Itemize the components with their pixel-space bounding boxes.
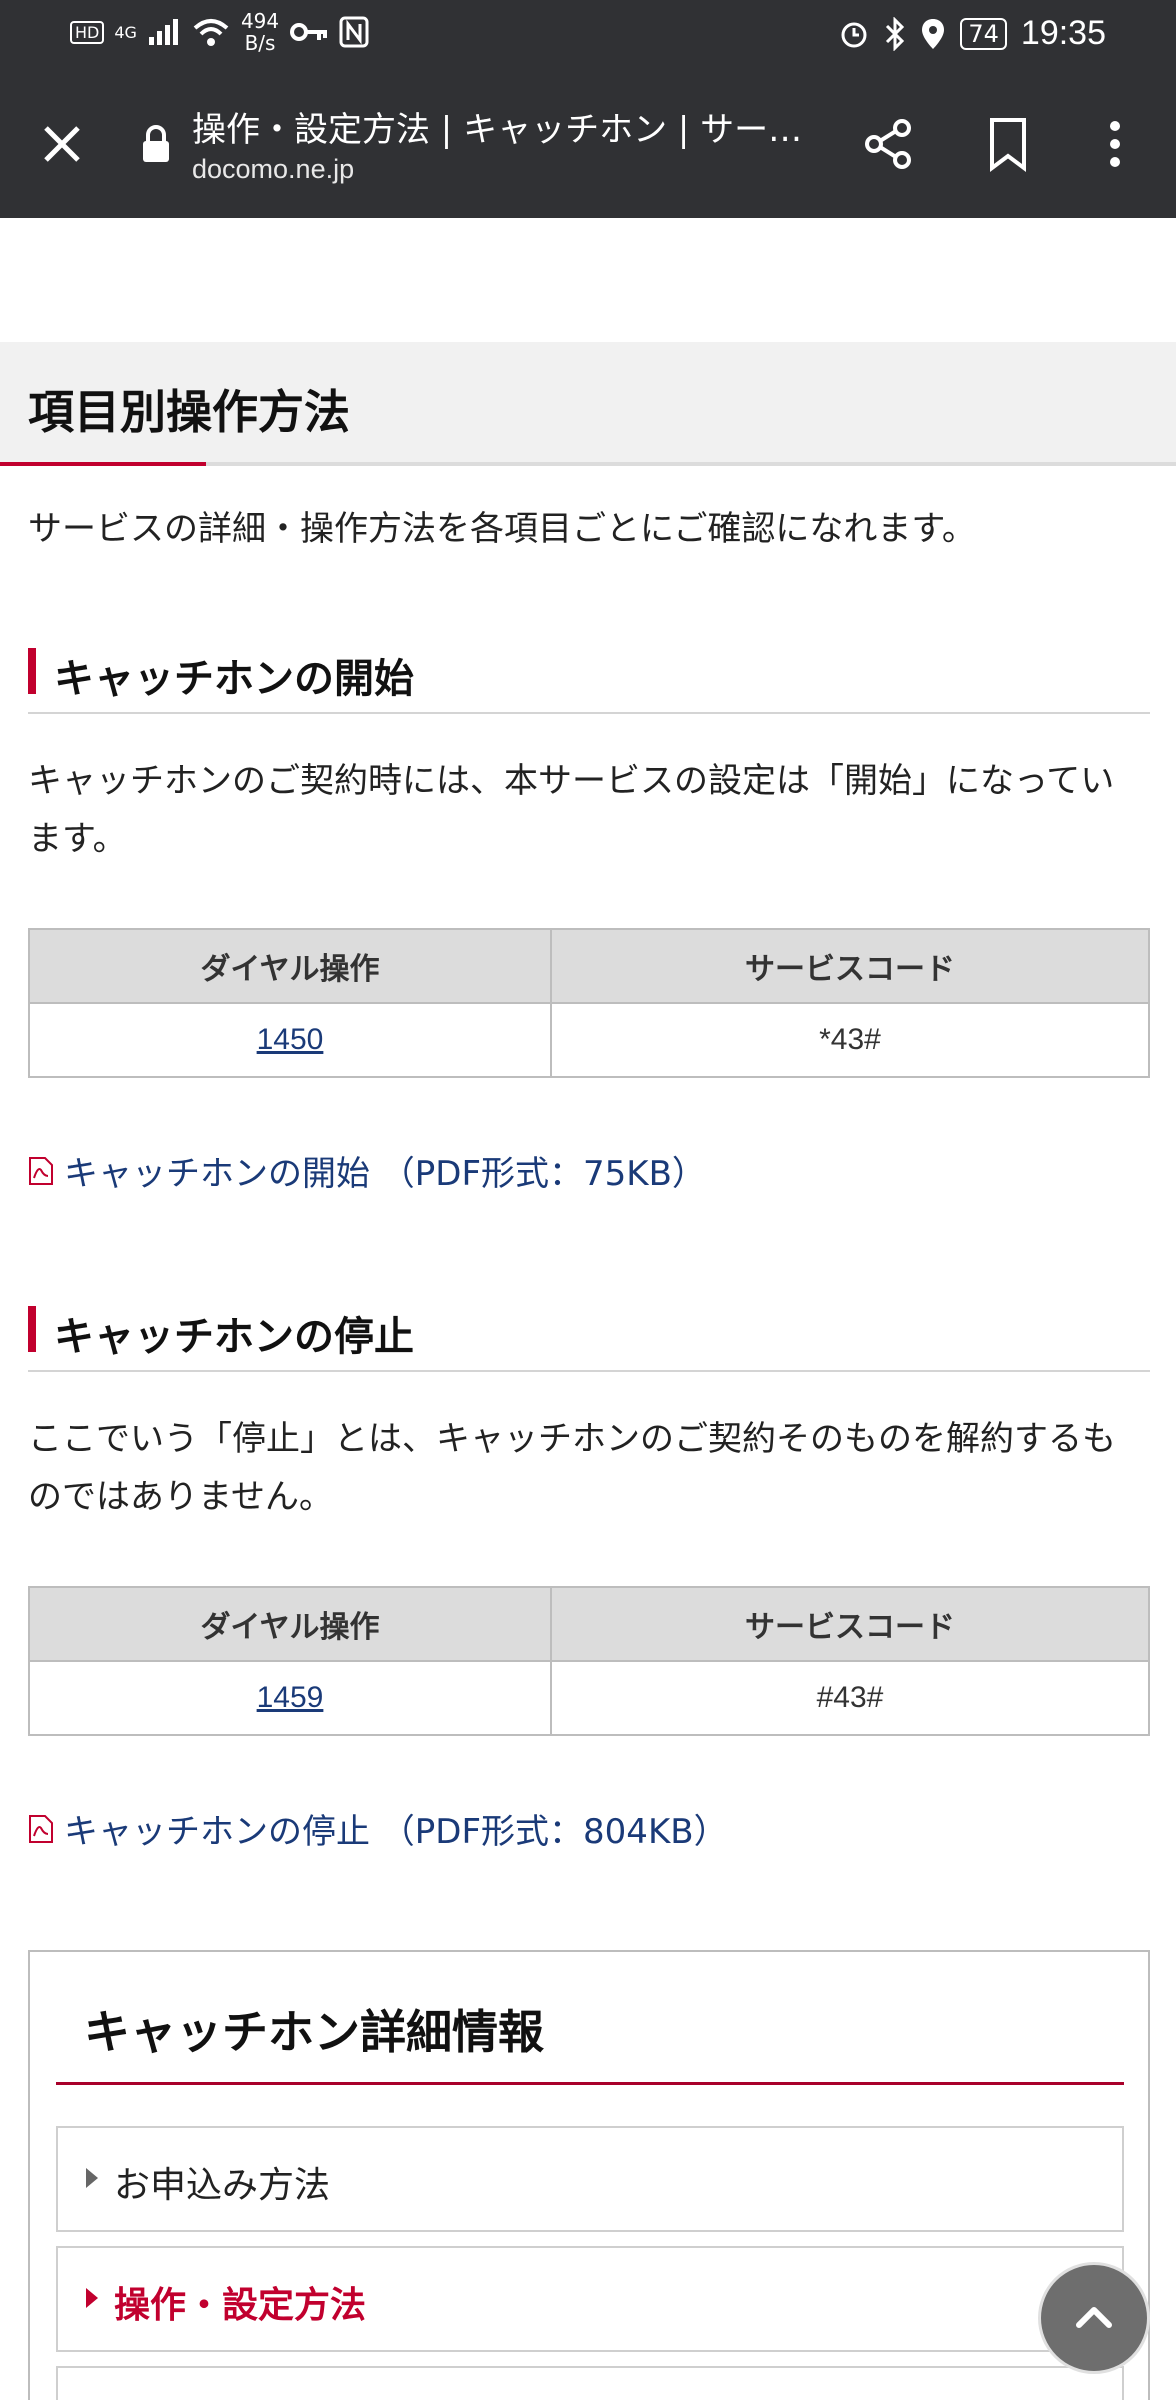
table-header-row: ダイヤル操作 サービスコード: [28, 1586, 1150, 1662]
url-display[interactable]: docomo.ne.jp: [192, 154, 354, 185]
pdf-icon: [29, 1156, 53, 1185]
signal-icon: [148, 19, 178, 45]
stop-heading: キャッチホンの停止: [54, 1314, 414, 1360]
detail-info-rule: [56, 2082, 1124, 2085]
location-icon: [922, 18, 945, 49]
wifi-icon: [193, 19, 229, 46]
service-code-cell: *43#: [550, 1002, 1150, 1078]
triangle-right-icon: [86, 2168, 98, 2188]
network-speed-value: 494: [240, 9, 280, 33]
status-right: 74 19:35: [838, 14, 1106, 53]
section-header: 項目別操作方法: [0, 342, 1176, 466]
dial-link-1450[interactable]: 1450: [257, 1023, 324, 1056]
nfc-icon: [339, 16, 369, 48]
menu-item-operation-settings[interactable]: 操作・設定方法: [56, 2246, 1124, 2352]
section-accent-line: [0, 462, 206, 466]
clock: 19:35: [1020, 14, 1106, 52]
share-icon[interactable]: [860, 116, 916, 172]
alarm-icon: [841, 22, 867, 47]
menu-item-label: 操作・設定方法: [114, 2285, 367, 2326]
scroll-to-top-button[interactable]: [1038, 2262, 1150, 2374]
subheading-accent-bar: [28, 648, 36, 694]
status-left: HD 4G 494 B/s: [70, 10, 369, 54]
chevron-up-icon: [1076, 2307, 1112, 2328]
subheading-accent-bar: [28, 1306, 36, 1352]
close-icon[interactable]: [36, 118, 88, 170]
dial-header: ダイヤル操作: [28, 1586, 552, 1662]
pdf-icon: [29, 1814, 53, 1843]
stop-pdf-link-label[interactable]: キャッチホンの停止 （PDF形式：804KB）: [64, 1804, 728, 1853]
battery-indicator: 74: [960, 17, 1007, 50]
table-row: 1459 #43#: [28, 1660, 1150, 1736]
vpn-key-icon: [290, 23, 328, 41]
more-menu-icon[interactable]: [1100, 116, 1130, 172]
dial-link-1459[interactable]: 1459: [257, 1681, 324, 1714]
menu-item-application[interactable]: お申込み方法: [56, 2126, 1124, 2232]
network-type: 4G: [114, 22, 137, 42]
browser-toolbar: 操作・設定方法 | キャッチホン | サー… docomo.ne.jp: [0, 74, 1176, 218]
start-subheading: キャッチホンの開始: [28, 642, 1150, 714]
table-header-row: ダイヤル操作 サービスコード: [28, 928, 1150, 1004]
table-row: 1450 *43#: [28, 1002, 1150, 1078]
service-code-header: サービスコード: [550, 1586, 1150, 1662]
section-title: 項目別操作方法: [28, 385, 350, 439]
network-speed-unit: B/s: [244, 31, 276, 55]
start-description: キャッチホンのご契約時には、本サービスの設定は「開始」になっています。: [28, 761, 1115, 859]
stop-description: ここでいう「停止」とは、キャッチホンのご契約そのものを解約するものではありません…: [28, 1419, 1116, 1517]
triangle-right-icon: [86, 2288, 98, 2308]
dial-header: ダイヤル操作: [28, 928, 552, 1004]
stop-pdf-link[interactable]: キャッチホンの停止 （PDF形式：804KB）: [28, 1804, 728, 1853]
hd-icon: HD: [70, 20, 105, 44]
start-pdf-link[interactable]: キャッチホンの開始 （PDF形式：75KB）: [28, 1146, 706, 1195]
bluetooth-icon: [886, 16, 905, 51]
menu-item-label: お申込み方法: [114, 2165, 331, 2206]
bookmark-icon[interactable]: [982, 116, 1034, 172]
detail-info-box: キャッチホン詳細情報 お申込み方法 操作・設定方法: [28, 1950, 1150, 2400]
service-code-header: サービスコード: [550, 928, 1150, 1004]
start-code-table: ダイヤル操作 サービスコード 1450 *43#: [28, 928, 1150, 1078]
intro-text: サービスの詳細・操作方法を各項目ごとにご確認になれます。: [28, 509, 976, 549]
page-title[interactable]: 操作・設定方法 | キャッチホン | サー…: [192, 102, 812, 151]
stop-subheading: キャッチホンの停止: [28, 1300, 1150, 1372]
dial-cell: 1459: [28, 1660, 552, 1736]
network-speed: 494 B/s: [241, 10, 279, 54]
status-bar: HD 4G 494 B/s 74 19:35: [0, 0, 1176, 74]
menu-item-more[interactable]: [56, 2366, 1124, 2400]
stop-code-table: ダイヤル操作 サービスコード 1459 #43#: [28, 1586, 1150, 1736]
dial-cell: 1450: [28, 1002, 552, 1078]
service-code-cell: #43#: [550, 1660, 1150, 1736]
detail-info-title: キャッチホン詳細情報: [84, 2005, 544, 2059]
lock-icon[interactable]: [140, 124, 172, 164]
start-pdf-link-label[interactable]: キャッチホンの開始 （PDF形式：75KB）: [64, 1146, 706, 1195]
start-heading: キャッチホンの開始: [54, 656, 414, 702]
